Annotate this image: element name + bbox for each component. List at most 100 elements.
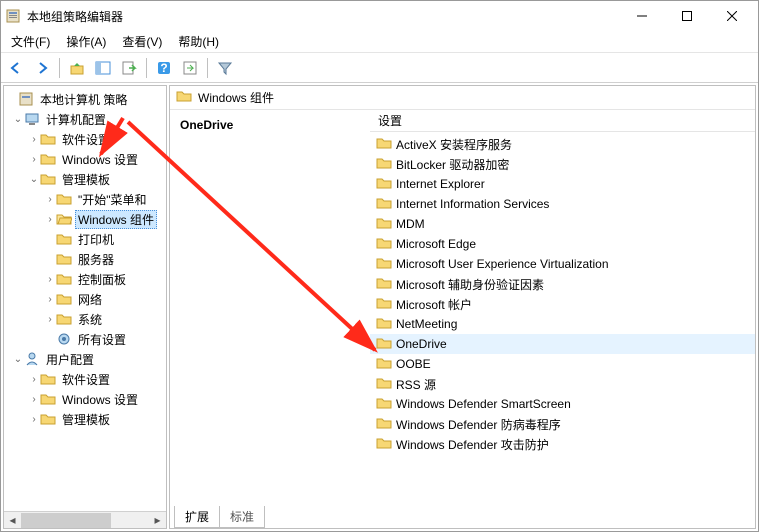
collapse-icon[interactable]: ⌄ (12, 114, 24, 125)
expand-icon[interactable]: › (44, 214, 56, 225)
action-button[interactable] (178, 56, 202, 80)
list-item[interactable]: BitLocker 驱动器加密 (370, 154, 755, 174)
tree-windows-settings[interactable]: › Windows 设置 (4, 149, 166, 169)
tree-user-software[interactable]: › 软件设置 (4, 369, 166, 389)
back-button[interactable] (4, 56, 28, 80)
column-setting[interactable]: 设置 (370, 112, 410, 129)
minimize-button[interactable] (619, 2, 664, 30)
window-title: 本地组策略编辑器 (27, 8, 619, 25)
tab-extended[interactable]: 扩展 (174, 506, 220, 528)
tree-control-panel[interactable]: › 控制面板 (4, 269, 166, 289)
collapse-icon[interactable]: ⌄ (12, 354, 24, 365)
tree-windows-components[interactable]: › Windows 组件 (4, 209, 166, 229)
list-item-label: Microsoft User Experience Virtualization (396, 257, 609, 271)
expand-icon[interactable]: › (28, 154, 40, 165)
expand-icon[interactable]: › (28, 394, 40, 405)
tree-software-settings[interactable]: › 软件设置 (4, 129, 166, 149)
export-list-button[interactable] (117, 56, 141, 80)
tree-label: Windows 设置 (59, 150, 141, 169)
list-item[interactable]: Windows Defender SmartScreen (370, 394, 755, 414)
expand-icon[interactable]: › (44, 194, 56, 205)
tab-standard[interactable]: 标准 (219, 506, 265, 528)
list-item-label: NetMeeting (396, 317, 457, 331)
help-button[interactable]: ? (152, 56, 176, 80)
tree-user-config[interactable]: ⌄ 用户配置 (4, 349, 166, 369)
menu-file[interactable]: 文件(F) (7, 31, 54, 52)
tree-network[interactable]: › 网络 (4, 289, 166, 309)
tree-label: "开始"菜单和 (75, 190, 150, 209)
list-item-label: BitLocker 驱动器加密 (396, 156, 509, 173)
tree-start-menu[interactable]: › "开始"菜单和 (4, 189, 166, 209)
expand-icon[interactable]: › (44, 294, 56, 305)
tree-server[interactable]: 服务器 (4, 249, 166, 269)
tree-user-admin-templates[interactable]: › 管理模板 (4, 409, 166, 429)
expand-icon[interactable]: › (28, 374, 40, 385)
toolbar: ? (1, 53, 758, 83)
scroll-left-icon[interactable]: ◂ (4, 513, 21, 528)
folder-icon (40, 391, 56, 407)
scroll-thumb[interactable] (21, 513, 111, 528)
list-item[interactable]: OOBE (370, 354, 755, 374)
details-column: OneDrive (170, 110, 370, 506)
tree-label: 管理模板 (59, 170, 113, 189)
collapse-icon[interactable]: ⌄ (28, 174, 40, 185)
gpedit-window: 本地组策略编辑器 文件(F) 操作(A) 查看(V) 帮助(H) ? (0, 0, 759, 532)
folder-icon (40, 131, 56, 147)
list-item[interactable]: NetMeeting (370, 314, 755, 334)
expand-icon[interactable]: › (28, 134, 40, 145)
forward-button[interactable] (30, 56, 54, 80)
list-item[interactable]: Microsoft User Experience Virtualization (370, 254, 755, 274)
expand-icon[interactable]: › (44, 314, 56, 325)
tree-all-settings[interactable]: 所有设置 (4, 329, 166, 349)
content-title: Windows 组件 (198, 89, 274, 106)
tree-label: 管理模板 (59, 410, 113, 429)
tree-label: 软件设置 (59, 130, 113, 149)
scroll-track[interactable] (21, 513, 149, 528)
list-item[interactable]: Windows Defender 攻击防护 (370, 434, 755, 454)
menu-view[interactable]: 查看(V) (118, 31, 166, 52)
list-item[interactable]: Microsoft Edge (370, 234, 755, 254)
list-item[interactable]: MDM (370, 214, 755, 234)
list-item[interactable]: Windows Defender 防病毒程序 (370, 414, 755, 434)
selected-item-title: OneDrive (180, 118, 360, 132)
close-button[interactable] (709, 2, 754, 30)
tree-label: 系统 (75, 310, 105, 329)
list-item[interactable]: Internet Information Services (370, 194, 755, 214)
tree[interactable]: 本地计算机 策略 ⌄ 计算机配置 › 软件设置 › Windows 设置 (4, 86, 166, 511)
list-item-label: MDM (396, 217, 425, 231)
folder-icon (376, 195, 392, 214)
folder-icon (376, 295, 392, 314)
list-item-label: Microsoft Edge (396, 237, 476, 251)
maximize-button[interactable] (664, 2, 709, 30)
toolbar-sep2 (146, 58, 147, 78)
up-button[interactable] (65, 56, 89, 80)
list-item-label: Windows Defender 攻击防护 (396, 436, 549, 453)
tree-printer[interactable]: 打印机 (4, 229, 166, 249)
list-item[interactable]: OneDrive (370, 334, 755, 354)
list-item[interactable]: ActiveX 安装程序服务 (370, 134, 755, 154)
list-item[interactable]: Microsoft 帐户 (370, 294, 755, 314)
content-tabs: 扩展 标准 (170, 506, 755, 528)
scroll-right-icon[interactable]: ▸ (149, 513, 166, 528)
list-item-label: ActiveX 安装程序服务 (396, 136, 512, 153)
folder-icon (56, 231, 72, 247)
folder-icon (376, 375, 392, 394)
titlebar: 本地组策略编辑器 (1, 1, 758, 31)
list-item[interactable]: Microsoft 辅助身份验证因素 (370, 274, 755, 294)
expand-icon[interactable]: › (44, 274, 56, 285)
menu-action[interactable]: 操作(A) (62, 31, 110, 52)
tree-system[interactable]: › 系统 (4, 309, 166, 329)
tree-admin-templates[interactable]: ⌄ 管理模板 (4, 169, 166, 189)
menu-help[interactable]: 帮助(H) (174, 31, 223, 52)
list-item[interactable]: RSS 源 (370, 374, 755, 394)
tree-computer-config[interactable]: ⌄ 计算机配置 (4, 109, 166, 129)
show-hide-tree-button[interactable] (91, 56, 115, 80)
column-headers[interactable]: 设置 (370, 110, 755, 132)
tree-h-scrollbar[interactable]: ◂ ▸ (4, 511, 166, 528)
expand-icon[interactable]: › (28, 414, 40, 425)
tree-user-windows-settings[interactable]: › Windows 设置 (4, 389, 166, 409)
settings-list[interactable]: ActiveX 安装程序服务 BitLocker 驱动器加密Internet Ex… (370, 132, 755, 506)
filter-button[interactable] (213, 56, 237, 80)
list-item[interactable]: Internet Explorer (370, 174, 755, 194)
tree-root[interactable]: 本地计算机 策略 (4, 89, 166, 109)
